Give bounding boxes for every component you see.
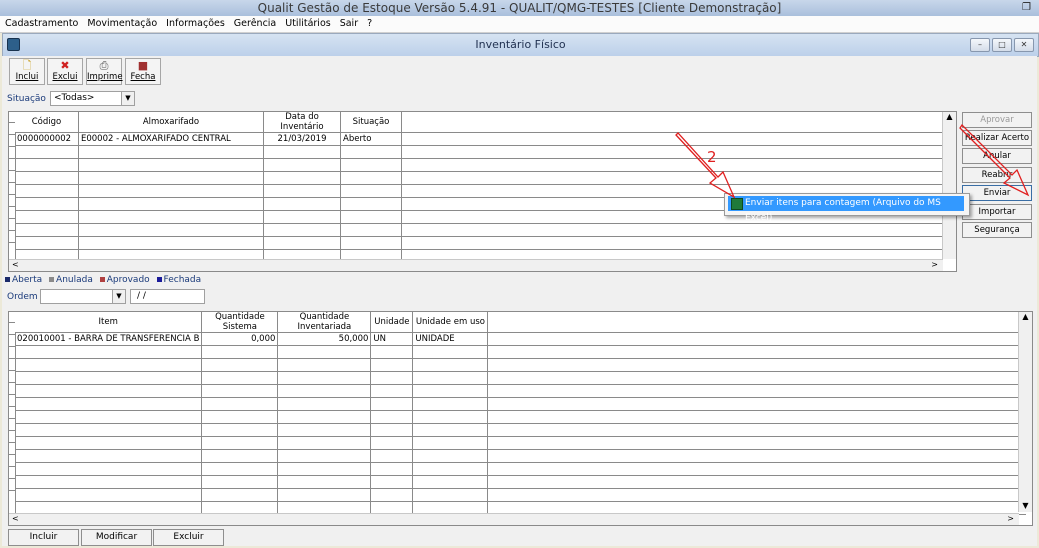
annotation-step-number: 2: [707, 148, 717, 166]
annotation-overlay: 2: [675, 123, 1030, 199]
annotation-arrow-to-enviar: [959, 123, 1030, 197]
annotation-arrow-to-menu: [675, 132, 736, 199]
